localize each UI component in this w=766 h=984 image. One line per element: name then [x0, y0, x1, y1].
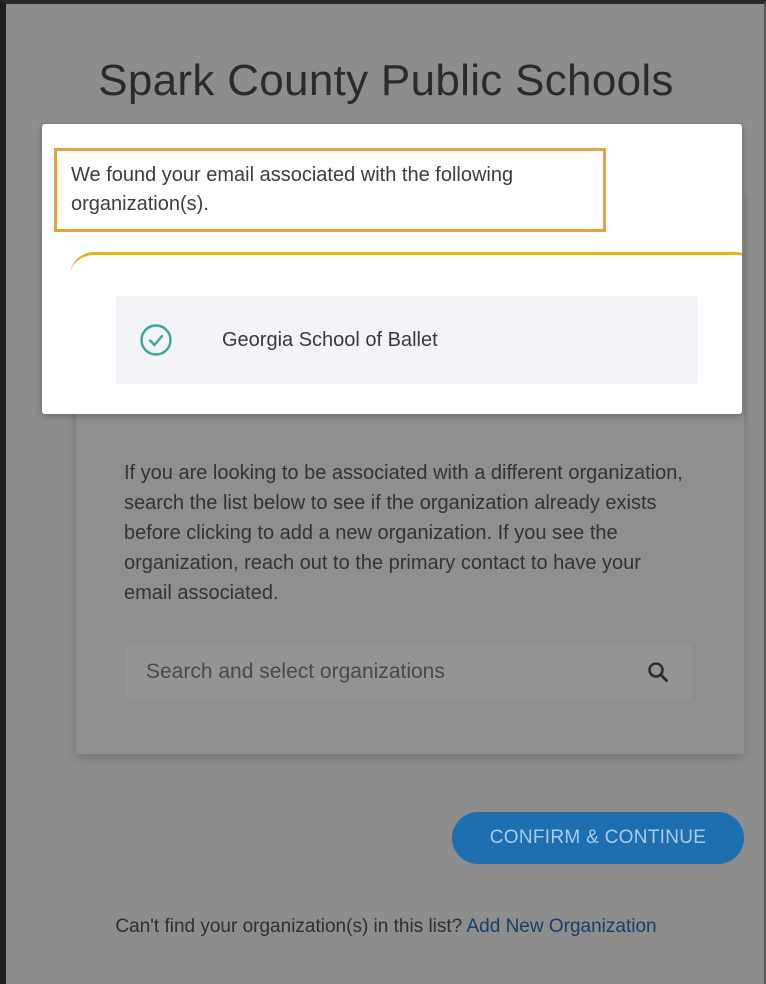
org-list-item[interactable]: Georgia School of Ballet — [116, 296, 698, 384]
found-organizations-panel: We found your email associated with the … — [42, 124, 742, 414]
confirm-continue-button[interactable]: CONFIRM & CONTINUE — [452, 812, 744, 864]
page-frame: Spark County Public Schools If you are l… — [0, 0, 766, 984]
footer-prompt: Can't find your organization(s) in this … — [115, 916, 463, 937]
org-name: Georgia School of Ballet — [222, 328, 438, 351]
page-title: Spark County Public Schools — [98, 56, 674, 105]
found-message: We found your email associated with the … — [54, 148, 606, 232]
info-text: If you are looking to be associated with… — [124, 462, 683, 604]
footer: Can't find your organization(s) in this … — [6, 916, 764, 938]
check-circle-icon — [136, 320, 176, 360]
search-icon[interactable] — [638, 652, 678, 692]
search-input[interactable] — [146, 644, 638, 700]
search-box[interactable] — [126, 644, 692, 700]
org-list-accent — [70, 252, 742, 292]
add-new-organization-link[interactable]: Add New Organization — [466, 916, 656, 937]
